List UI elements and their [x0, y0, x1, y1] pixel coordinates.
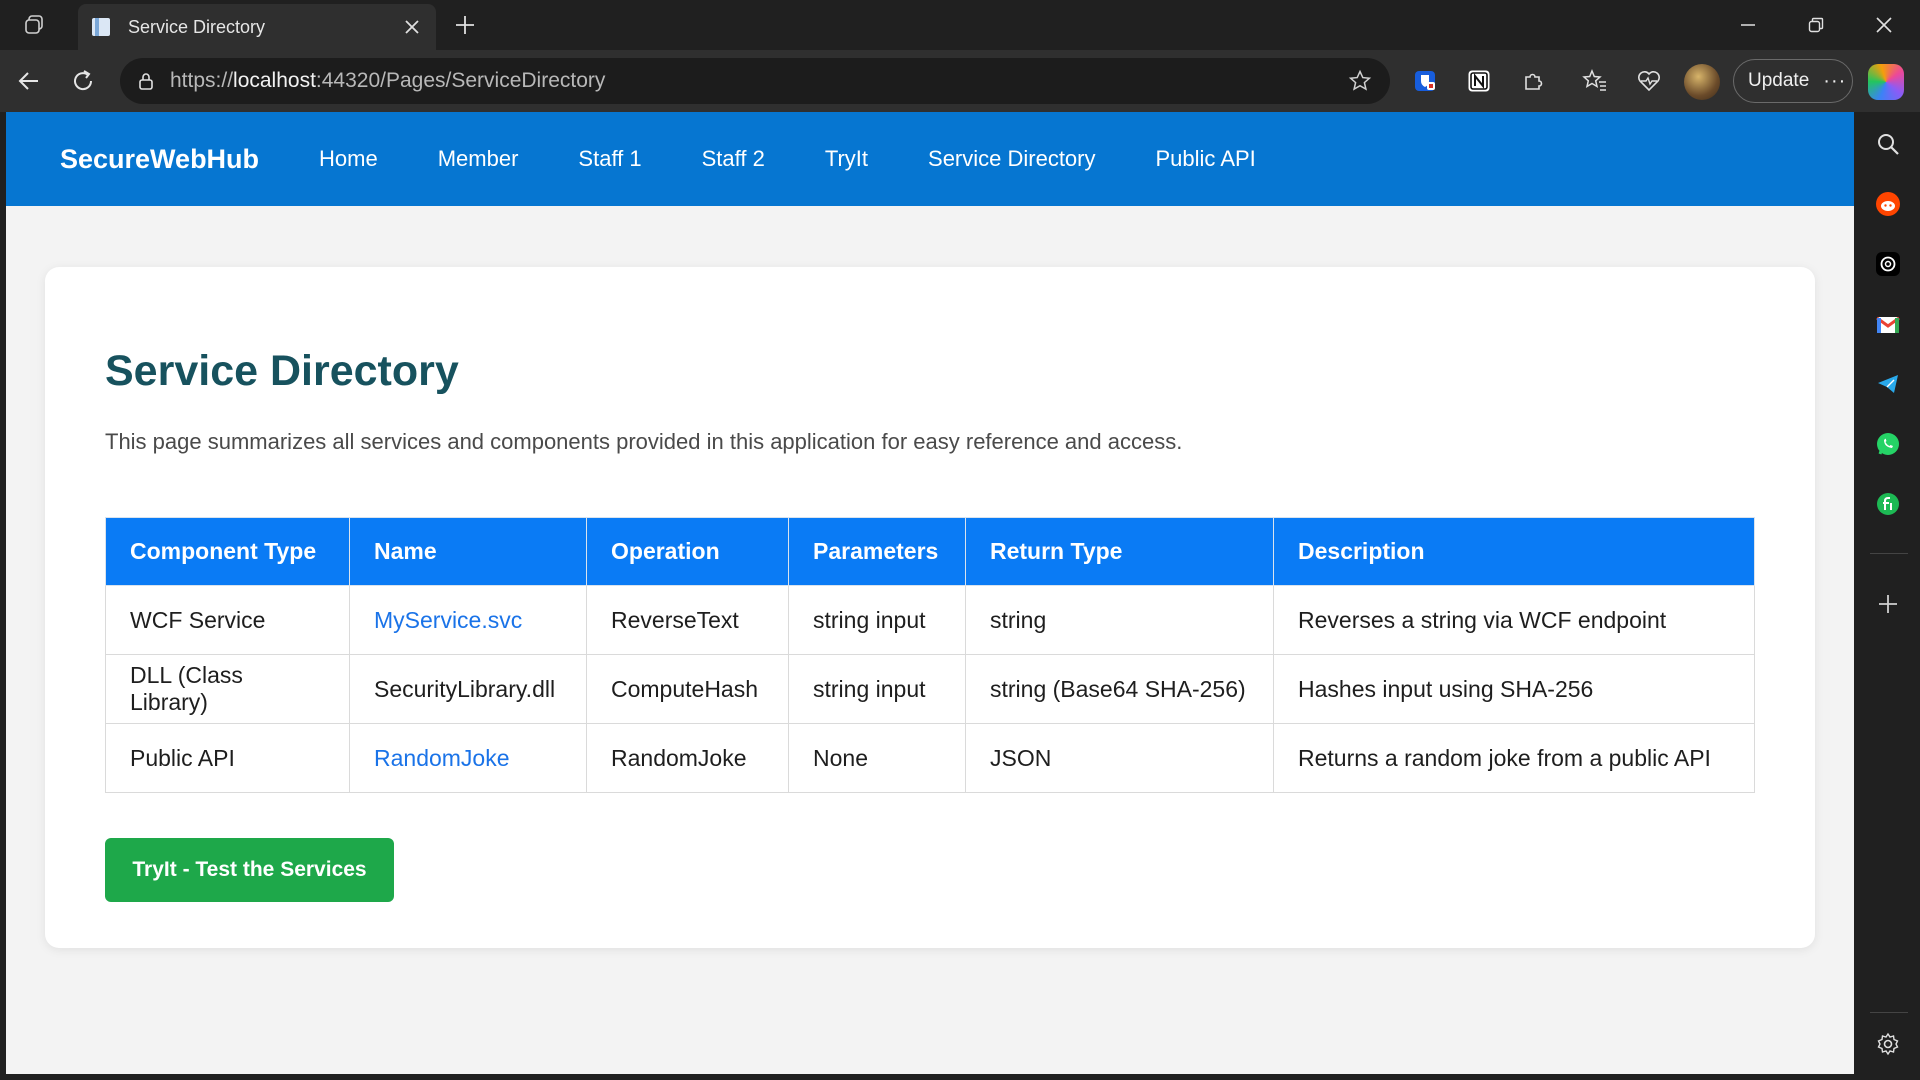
table-row: Public API RandomJoke RandomJoke None JS… — [105, 723, 1755, 793]
nav-link-staff-2[interactable]: Staff 2 — [702, 146, 765, 172]
table-row: WCF Service MyService.svc ReverseText st… — [105, 585, 1755, 655]
cell-operation: RandomJoke — [586, 723, 789, 793]
back-arrow-icon[interactable] — [10, 62, 48, 100]
header-component-type: Component Type — [105, 517, 350, 586]
address-bar[interactable]: https://localhost:44320/Pages/ServiceDir… — [120, 58, 1390, 104]
bitwarden-extension-icon[interactable] — [1408, 64, 1442, 98]
browser-tab-bar: Service Directory — [0, 0, 1920, 50]
restore-icon[interactable] — [1782, 0, 1850, 50]
copilot-icon[interactable] — [1868, 64, 1904, 100]
add-sidebar-app-icon[interactable] — [1874, 590, 1902, 618]
update-button[interactable]: Update ··· — [1733, 59, 1853, 103]
cell-return-type: string — [965, 585, 1274, 655]
cell-return-type: string (Base64 SHA-256) — [965, 654, 1274, 724]
gear-icon[interactable] — [1874, 1030, 1902, 1058]
cell-parameters: string input — [788, 585, 966, 655]
cell-return-type: JSON — [965, 723, 1274, 793]
table-header-row: Component Type Name Operation Parameters… — [105, 517, 1755, 586]
cell-description: Returns a random joke from a public API — [1273, 723, 1755, 793]
browser-toolbar: https://localhost:44320/Pages/ServiceDir… — [0, 50, 1920, 112]
cell-name-link[interactable]: MyService.svc — [349, 585, 587, 655]
browser-tab-active[interactable]: Service Directory — [78, 4, 436, 50]
page-intro: This page summarizes all services and co… — [105, 429, 1183, 454]
new-tab-plus-icon[interactable] — [448, 8, 482, 42]
page-viewport: SecureWebHub Home Member Staff 1 Staff 2… — [6, 112, 1854, 1074]
cell-name-link[interactable]: RandomJoke — [349, 723, 587, 793]
chatgpt-icon[interactable] — [1874, 250, 1902, 278]
more-menu-icon[interactable]: ··· — [1823, 70, 1846, 93]
gmail-icon[interactable] — [1874, 310, 1902, 338]
extensions-puzzle-icon[interactable] — [1516, 64, 1550, 98]
content-card: Service Directory This page summarizes a… — [45, 267, 1815, 948]
header-parameters: Parameters — [788, 517, 966, 586]
favorite-star-icon[interactable] — [1346, 67, 1374, 95]
cell-description: Hashes input using SHA-256 — [1273, 654, 1755, 724]
sidebar-divider — [1870, 553, 1908, 554]
cell-description: Reverses a string via WCF endpoint — [1273, 585, 1755, 655]
cell-component-type: Public API — [105, 723, 350, 793]
cell-component-type: WCF Service — [105, 585, 350, 655]
cell-parameters: None — [788, 723, 966, 793]
close-window-icon[interactable] — [1850, 0, 1918, 50]
nav-link-service-directory[interactable]: Service Directory — [928, 146, 1095, 172]
tab-actions-icon[interactable] — [16, 8, 52, 42]
lock-icon[interactable] — [136, 71, 156, 91]
nav-link-home[interactable]: Home — [319, 146, 378, 172]
tab-close-icon[interactable] — [400, 15, 424, 39]
refresh-icon[interactable] — [64, 62, 102, 100]
favorites-list-icon[interactable] — [1578, 64, 1612, 98]
service-table: Component Type Name Operation Parameters… — [105, 517, 1755, 793]
search-icon[interactable] — [1874, 130, 1902, 158]
tab-title: Service Directory — [128, 16, 266, 37]
cell-operation: ComputeHash — [586, 654, 789, 724]
header-description: Description — [1273, 517, 1755, 586]
notion-extension-icon[interactable] — [1462, 64, 1496, 98]
cell-operation: ReverseText — [586, 585, 789, 655]
header-name: Name — [349, 517, 587, 586]
profile-avatar[interactable] — [1684, 64, 1720, 100]
app-shortcut-icon[interactable] — [1874, 490, 1902, 518]
page-favicon-icon — [90, 16, 112, 38]
site-brand[interactable]: SecureWebHub — [60, 144, 259, 175]
url-text[interactable]: https://localhost:44320/Pages/ServiceDir… — [170, 69, 1346, 93]
cell-name: SecurityLibrary.dll — [349, 654, 587, 724]
site-navbar: SecureWebHub Home Member Staff 1 Staff 2… — [6, 112, 1854, 206]
nav-link-tryit[interactable]: TryIt — [825, 146, 868, 172]
reddit-icon[interactable] — [1874, 190, 1902, 218]
cell-component-type: DLL (Class Library) — [105, 654, 350, 724]
browser-sidebar — [1856, 112, 1920, 1080]
table-row: DLL (Class Library) SecurityLibrary.dll … — [105, 654, 1755, 724]
minimize-icon[interactable] — [1714, 0, 1782, 50]
browser-health-heart-icon[interactable] — [1632, 64, 1666, 98]
nav-link-staff-1[interactable]: Staff 1 — [578, 146, 641, 172]
nav-link-member[interactable]: Member — [438, 146, 519, 172]
sidebar-divider-bottom — [1870, 1012, 1908, 1013]
page-title: Service Directory — [105, 347, 459, 395]
header-operation: Operation — [586, 517, 789, 586]
tryit-test-services-button[interactable]: TryIt - Test the Services — [105, 838, 394, 902]
whatsapp-icon[interactable] — [1874, 430, 1902, 458]
telegram-icon[interactable] — [1874, 370, 1902, 398]
nav-link-public-api[interactable]: Public API — [1156, 146, 1256, 172]
cell-parameters: string input — [788, 654, 966, 724]
header-return-type: Return Type — [965, 517, 1274, 586]
update-label: Update — [1748, 70, 1810, 91]
